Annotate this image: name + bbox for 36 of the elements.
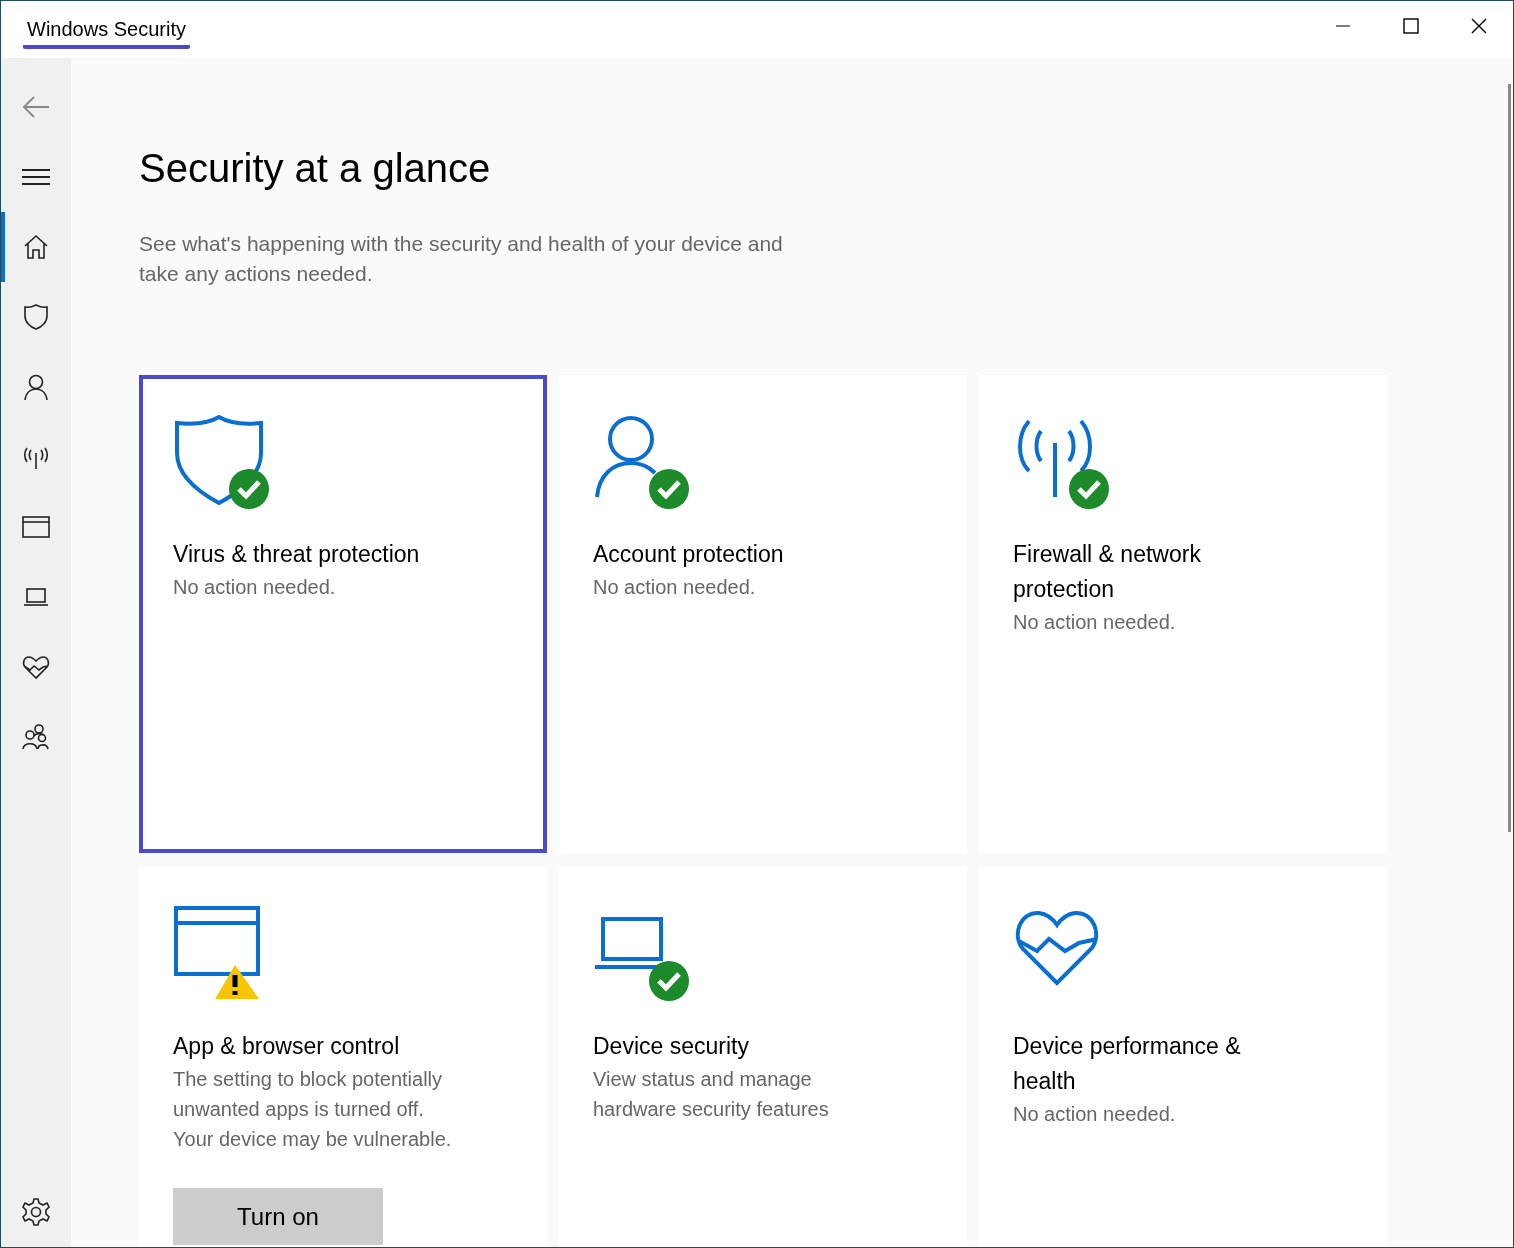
status-card[interactable]: Device security View status and manage hardware security features xyxy=(559,867,967,1247)
card-description: No action needed. xyxy=(593,575,757,600)
card-title: Device security xyxy=(593,1032,750,1061)
browser-icon xyxy=(174,906,260,976)
status-card[interactable]: App & browser control The setting to block potentially unwanted apps is turned off. Your device may be vulnerable. Turn on xyxy=(139,867,547,1247)
card-description: No action needed. xyxy=(1013,1102,1177,1127)
family-icon xyxy=(21,722,51,752)
heart-icon xyxy=(1015,911,1099,985)
status-card[interactable]: Device performance & health No action needed. xyxy=(979,867,1387,1247)
card-description: No action needed. xyxy=(173,575,337,600)
window-title: Windows Security xyxy=(23,18,190,49)
settings-icon xyxy=(21,1197,51,1227)
page-heading: Security at a glance xyxy=(139,146,492,191)
status-card[interactable]: Virus & threat protection No action needed. xyxy=(139,375,547,853)
shield-icon xyxy=(21,302,51,332)
page-description: See what's happening with the security and health of your device and take any actions needed. xyxy=(139,231,784,287)
maximize-icon xyxy=(1403,18,1419,34)
card-title: Account protection xyxy=(593,540,785,569)
person-icon xyxy=(21,372,51,402)
card-title: App & browser control xyxy=(173,1032,401,1061)
card-title: Device performance & health xyxy=(1013,1032,1242,1096)
card-description: The setting to block potentially unwanted apps is turned off. Your device may be vulnerable. xyxy=(173,1067,453,1152)
menu-icon xyxy=(21,168,51,186)
status-card[interactable]: Account protection No action needed. xyxy=(559,375,967,853)
shield-icon xyxy=(175,415,263,505)
card-description: No action needed. xyxy=(1013,610,1177,635)
person-icon xyxy=(595,416,657,498)
card-title: Virus & threat protection xyxy=(173,540,421,569)
close-icon xyxy=(1471,18,1487,34)
card-title: Firewall & network protection xyxy=(1013,540,1202,604)
back-arrow-icon xyxy=(21,95,51,119)
antenna-icon xyxy=(1018,419,1092,497)
status-card[interactable]: Firewall & network protection No action needed. xyxy=(979,375,1387,853)
turn-on-button[interactable]: Turn on xyxy=(173,1188,383,1245)
scrollbar[interactable] xyxy=(1508,84,1511,832)
card-description: View status and manage hardware security features xyxy=(593,1067,830,1122)
